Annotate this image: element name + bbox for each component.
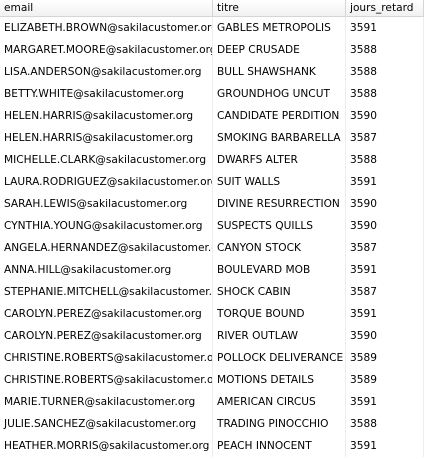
table-row[interactable]: CHRISTINE.ROBERTS@sakilacustomer.org MOTI…: [0, 369, 424, 391]
cell-email[interactable]: HEATHER.MORRIS@sakilacustomer.org: [0, 435, 213, 457]
cell-titre[interactable]: TRADING PINOCCHIO: [213, 413, 346, 435]
cell-jours-retard[interactable]: 3591: [346, 17, 424, 39]
cell-email[interactable]: ANNA.HILL@sakilacustomer.org: [0, 259, 213, 281]
table-row[interactable]: ELIZABETH.BROWN@sakilacustomer.org GABLES…: [0, 17, 424, 39]
cell-email[interactable]: MICHELLE.CLARK@sakilacustomer.org: [0, 149, 213, 171]
table-row[interactable]: HELEN.HARRIS@sakilacustomer.org SMOKING B…: [0, 127, 424, 149]
cell-titre[interactable]: BOULEVARD MOB: [213, 259, 346, 281]
cell-jours-retard[interactable]: 3588: [346, 39, 424, 61]
cell-titre[interactable]: GROUNDHOG UNCUT: [213, 83, 346, 105]
column-header-jours-retard[interactable]: jours_retard: [346, 0, 424, 17]
cell-titre[interactable]: DWARFS ALTER: [213, 149, 346, 171]
cell-email[interactable]: MARGARET.MOORE@sakilacustomer.org: [0, 39, 213, 61]
cell-jours-retard[interactable]: 3591: [346, 391, 424, 413]
cell-jours-retard[interactable]: 3588: [346, 61, 424, 83]
cell-jours-retard[interactable]: 3589: [346, 347, 424, 369]
cell-email[interactable]: HELEN.HARRIS@sakilacustomer.org: [0, 127, 213, 149]
table-row[interactable]: LAURA.RODRIGUEZ@sakilacustomer.org SUIT W…: [0, 171, 424, 193]
table-row[interactable]: MARGARET.MOORE@sakilacustomer.org DEEP CR…: [0, 39, 424, 61]
cell-email[interactable]: CHRISTINE.ROBERTS@sakilacustomer.org: [0, 369, 213, 391]
cell-titre[interactable]: AMERICAN CIRCUS: [213, 391, 346, 413]
table-row[interactable]: SARAH.LEWIS@sakilacustomer.org DIVINE RES…: [0, 193, 424, 215]
table-row[interactable]: BETTY.WHITE@sakilacustomer.org GROUNDHOG …: [0, 83, 424, 105]
cell-email[interactable]: STEPHANIE.MITCHELL@sakilacustomer....: [0, 281, 213, 303]
cell-titre[interactable]: BULL SHAWSHANK: [213, 61, 346, 83]
cell-email[interactable]: LAURA.RODRIGUEZ@sakilacustomer.org: [0, 171, 213, 193]
cell-jours-retard[interactable]: 3589: [346, 369, 424, 391]
cell-email[interactable]: SARAH.LEWIS@sakilacustomer.org: [0, 193, 213, 215]
cell-jours-retard[interactable]: 3587: [346, 281, 424, 303]
cell-titre[interactable]: GABLES METROPOLIS: [213, 17, 346, 39]
cell-email[interactable]: ANGELA.HERNANDEZ@sakilacustomer.org: [0, 237, 213, 259]
cell-email[interactable]: CAROLYN.PEREZ@sakilacustomer.org: [0, 325, 213, 347]
cell-titre[interactable]: PEACH INNOCENT: [213, 435, 346, 457]
cell-email[interactable]: BETTY.WHITE@sakilacustomer.org: [0, 83, 213, 105]
table-row[interactable]: HELEN.HARRIS@sakilacustomer.org CANDIDATE…: [0, 105, 424, 127]
table-row[interactable]: HEATHER.MORRIS@sakilacustomer.org PEACH I…: [0, 435, 424, 457]
cell-jours-retard[interactable]: 3588: [346, 83, 424, 105]
result-grid[interactable]: email titre jours_retard ELIZABETH.BROWN…: [0, 0, 424, 459]
cell-titre[interactable]: SMOKING BARBARELLA: [213, 127, 346, 149]
cell-titre[interactable]: DEEP CRUSADE: [213, 39, 346, 61]
table-row[interactable]: CYNTHIA.YOUNG@sakilacustomer.org SUSPECTS…: [0, 215, 424, 237]
column-header-titre[interactable]: titre: [213, 0, 346, 17]
cell-email[interactable]: ELIZABETH.BROWN@sakilacustomer.org: [0, 17, 213, 39]
cell-jours-retard[interactable]: 3590: [346, 193, 424, 215]
cell-jours-retard[interactable]: 3591: [346, 171, 424, 193]
cell-email[interactable]: HELEN.HARRIS@sakilacustomer.org: [0, 105, 213, 127]
table-row[interactable]: ANGELA.HERNANDEZ@sakilacustomer.org CANYO…: [0, 237, 424, 259]
cell-titre[interactable]: CANDIDATE PERDITION: [213, 105, 346, 127]
cell-email[interactable]: LISA.ANDERSON@sakilacustomer.org: [0, 61, 213, 83]
table-row[interactable]: CAROLYN.PEREZ@sakilacustomer.org RIVER OU…: [0, 325, 424, 347]
table-body: ELIZABETH.BROWN@sakilacustomer.org GABLES…: [0, 17, 424, 457]
table-row[interactable]: CAROLYN.PEREZ@sakilacustomer.org TORQUE B…: [0, 303, 424, 325]
cell-email[interactable]: CHRISTINE.ROBERTS@sakilacustomer.org: [0, 347, 213, 369]
cell-titre[interactable]: SUIT WALLS: [213, 171, 346, 193]
cell-jours-retard[interactable]: 3591: [346, 435, 424, 457]
cell-titre[interactable]: CANYON STOCK: [213, 237, 346, 259]
cell-jours-retard[interactable]: 3590: [346, 105, 424, 127]
cell-jours-retard[interactable]: 3588: [346, 149, 424, 171]
cell-titre[interactable]: TORQUE BOUND: [213, 303, 346, 325]
cell-jours-retard[interactable]: 3590: [346, 325, 424, 347]
column-header-email[interactable]: email: [0, 0, 213, 17]
table-row[interactable]: STEPHANIE.MITCHELL@sakilacustomer.... SHO…: [0, 281, 424, 303]
cell-jours-retard[interactable]: 3588: [346, 413, 424, 435]
table-row[interactable]: MICHELLE.CLARK@sakilacustomer.org DWARFS …: [0, 149, 424, 171]
table-row[interactable]: ANNA.HILL@sakilacustomer.org BOULEVARD MO…: [0, 259, 424, 281]
table-row[interactable]: JULIE.SANCHEZ@sakilacustomer.org TRADING …: [0, 413, 424, 435]
cell-titre[interactable]: POLLOCK DELIVERANCE: [213, 347, 346, 369]
cell-titre[interactable]: SUSPECTS QUILLS: [213, 215, 346, 237]
table-row[interactable]: MARIE.TURNER@sakilacustomer.org AMERICAN …: [0, 391, 424, 413]
cell-email[interactable]: MARIE.TURNER@sakilacustomer.org: [0, 391, 213, 413]
cell-titre[interactable]: MOTIONS DETAILS: [213, 369, 346, 391]
cell-jours-retard[interactable]: 3587: [346, 237, 424, 259]
cell-titre[interactable]: DIVINE RESURRECTION: [213, 193, 346, 215]
cell-titre[interactable]: RIVER OUTLAW: [213, 325, 346, 347]
cell-titre[interactable]: SHOCK CABIN: [213, 281, 346, 303]
cell-email[interactable]: CAROLYN.PEREZ@sakilacustomer.org: [0, 303, 213, 325]
table-row[interactable]: LISA.ANDERSON@sakilacustomer.org BULL SHA…: [0, 61, 424, 83]
cell-email[interactable]: JULIE.SANCHEZ@sakilacustomer.org: [0, 413, 213, 435]
cell-jours-retard[interactable]: 3591: [346, 303, 424, 325]
cell-jours-retard[interactable]: 3591: [346, 259, 424, 281]
cell-email[interactable]: CYNTHIA.YOUNG@sakilacustomer.org: [0, 215, 213, 237]
cell-jours-retard[interactable]: 3587: [346, 127, 424, 149]
table-row[interactable]: CHRISTINE.ROBERTS@sakilacustomer.org POLL…: [0, 347, 424, 369]
column-header-row: email titre jours_retard: [0, 0, 424, 17]
cell-jours-retard[interactable]: 3590: [346, 215, 424, 237]
